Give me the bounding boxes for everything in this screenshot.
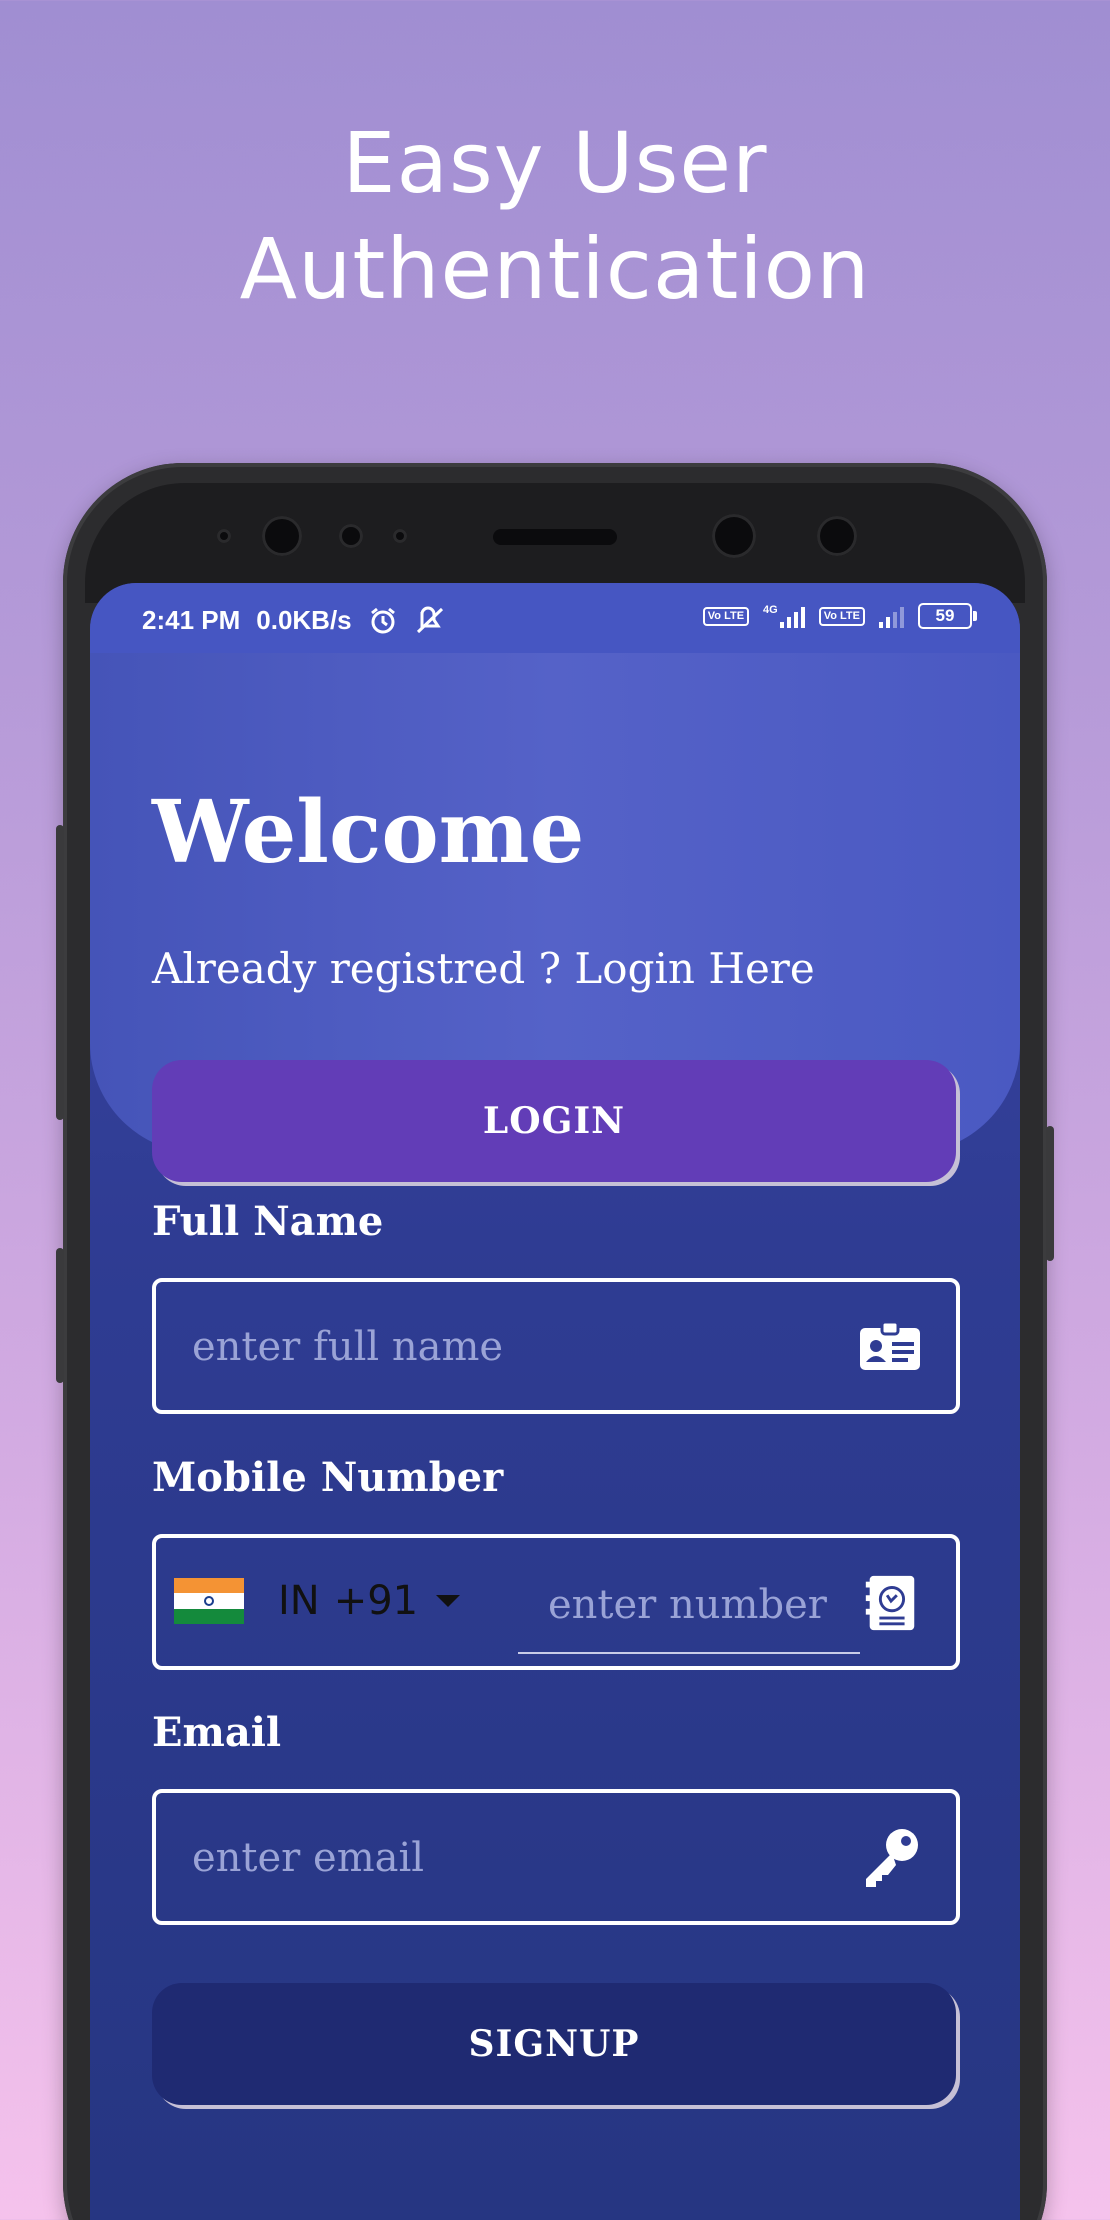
promo-headline-line1: Easy User [342, 114, 768, 212]
dial-code: +91 [333, 1578, 419, 1624]
country-code-selector[interactable]: IN +91 [174, 1578, 461, 1624]
promo-headline: Easy User Authentication [0, 110, 1110, 322]
sensor-icon [339, 524, 363, 548]
network-type: 4G [763, 604, 805, 628]
page-title: Welcome [152, 782, 585, 883]
signal-strength-icon [879, 604, 904, 628]
chevron-down-icon [436, 1595, 461, 1607]
status-bar: 2:41 PM 0.0KB/s Vo LTE 4G Vo LTE 59 [90, 583, 1020, 653]
mobile-number-input[interactable] [546, 1566, 850, 1644]
id-card-icon [860, 1320, 920, 1370]
status-right: Vo LTE 4G Vo LTE 59 [702, 603, 977, 629]
app-screen: 2:41 PM 0.0KB/s Vo LTE 4G Vo LTE 59 Welc… [90, 583, 1020, 2220]
volume-down-button [56, 1248, 64, 1383]
signal-strength-icon [779, 604, 805, 628]
battery-icon: 59 [918, 603, 977, 629]
status-time: 2:41 PM [142, 605, 241, 635]
mobile-number-field: IN +91 [152, 1534, 960, 1670]
email-input[interactable] [190, 1817, 834, 1899]
sensor-icon [217, 529, 231, 543]
volte-icon: Vo LTE [702, 606, 750, 626]
alarm-icon [370, 607, 395, 633]
promo-headline-line2: Authentication [239, 220, 871, 318]
sensor-icon [393, 529, 407, 543]
full-name-label: Full Name [152, 1198, 384, 1245]
india-flag-icon [174, 1578, 244, 1624]
signup-button[interactable]: SIGNUP [152, 1983, 956, 2105]
status-left: 2:41 PM 0.0KB/s [142, 605, 446, 636]
volte-icon: Vo LTE [818, 606, 865, 626]
power-button [1046, 1126, 1054, 1261]
contact-book-icon [865, 1575, 915, 1631]
email-label: Email [152, 1709, 282, 1756]
login-button[interactable]: LOGIN [152, 1060, 956, 1182]
country-code: IN [278, 1578, 320, 1624]
front-camera-icon [712, 514, 756, 558]
full-name-input[interactable] [190, 1306, 834, 1388]
earpiece-speaker [493, 529, 617, 545]
key-icon [866, 1829, 918, 1887]
front-camera-icon [262, 516, 302, 556]
login-prompt: Already registred ? Login Here [152, 944, 815, 993]
volume-up-button [56, 825, 64, 1120]
mobile-number-input-wrap [518, 1556, 860, 1654]
mute-icon [416, 606, 443, 633]
welcome-header: Welcome Already registred ? Login Here L… [90, 653, 1020, 1182]
email-field[interactable] [152, 1789, 960, 1925]
mobile-number-label: Mobile Number [152, 1454, 504, 1501]
full-name-field[interactable] [152, 1278, 960, 1414]
status-network-speed: 0.0KB/s [256, 605, 352, 635]
sensor-icon [817, 516, 857, 556]
